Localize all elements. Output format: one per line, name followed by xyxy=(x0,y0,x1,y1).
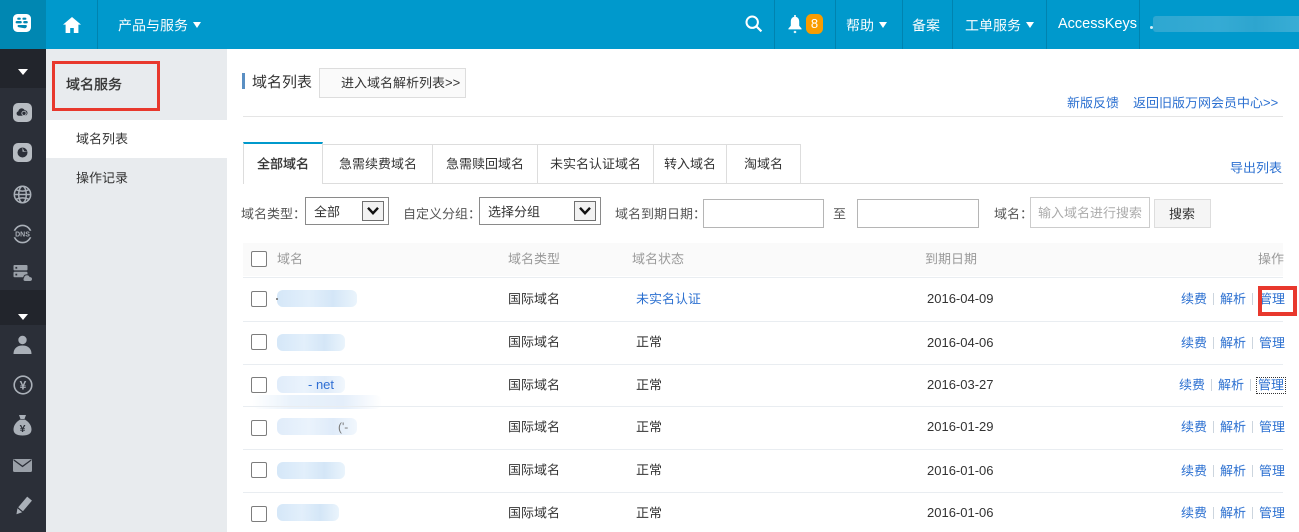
svg-text:¥: ¥ xyxy=(20,423,26,435)
svg-text:¥: ¥ xyxy=(20,379,27,393)
svg-text:DNS: DNS xyxy=(15,231,30,238)
